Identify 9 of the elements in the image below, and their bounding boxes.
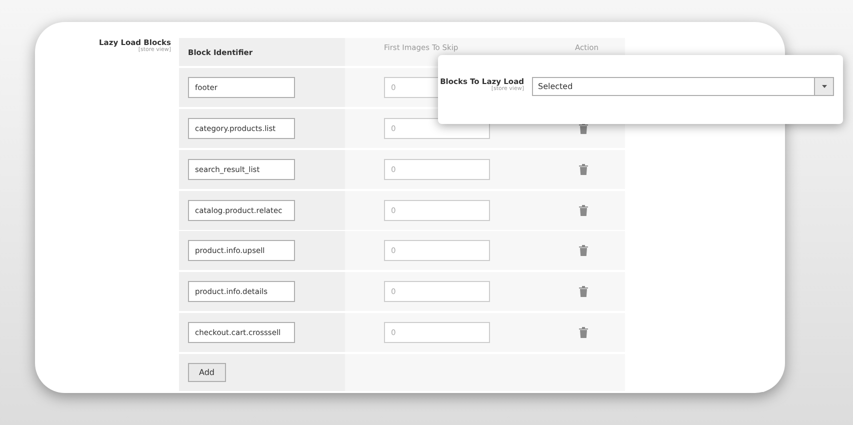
caret-icon (822, 85, 826, 88)
select-field[interactable]: Selected (532, 77, 834, 96)
trash-icon[interactable] (578, 245, 588, 256)
trash-icon[interactable] (578, 164, 588, 175)
trash-icon[interactable] (578, 286, 588, 298)
trash-icon[interactable] (578, 204, 588, 216)
trash-icon[interactable] (578, 122, 588, 134)
trash-icon[interactable] (578, 327, 588, 338)
add-button[interactable]: Add (188, 363, 226, 382)
